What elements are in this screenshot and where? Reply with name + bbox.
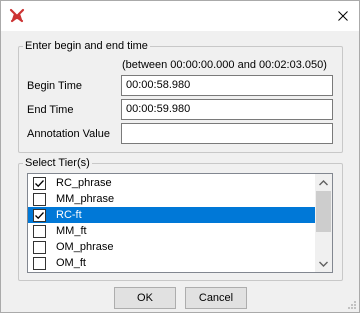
tier-checkbox[interactable] xyxy=(33,176,46,190)
tier-row[interactable]: MM_ft xyxy=(28,223,316,239)
chevron-down-icon xyxy=(319,261,328,267)
tier-row[interactable]: OM_phrase xyxy=(28,239,316,255)
tier-list-scrollbar[interactable] xyxy=(315,174,332,272)
checkmark-icon xyxy=(35,179,44,187)
resize-grip-icon[interactable] xyxy=(347,300,357,310)
ok-button[interactable]: OK xyxy=(114,287,176,309)
tier-checkbox[interactable] xyxy=(33,240,46,254)
dialog-window: Enter begin and end time (between 00:00:… xyxy=(0,0,360,313)
chevron-up-icon xyxy=(319,180,328,186)
annotation-value-field[interactable] xyxy=(121,123,333,144)
time-range-note: (between 00:00:00.000 and 00:02:03.050) xyxy=(122,59,327,71)
tier-label: OM_phrase xyxy=(56,241,114,253)
scroll-down-button[interactable] xyxy=(315,256,332,272)
tier-row[interactable] xyxy=(28,271,316,274)
tier-group-legend: Select Tier(s) xyxy=(23,157,92,169)
tier-checkbox[interactable] xyxy=(33,256,46,270)
tier-label: MM_ft xyxy=(56,225,87,237)
tier-label: RC-ft xyxy=(56,209,82,221)
tier-list[interactable]: RC_phrase MM_phrase RC-ft MM_ft OM_phras… xyxy=(27,173,333,273)
annotation-value-label: Annotation Value xyxy=(27,128,110,140)
begin-time-field[interactable]: 00:00:58.980 xyxy=(121,75,333,96)
tier-row[interactable]: OM_ft xyxy=(28,255,316,271)
end-time-label: End Time xyxy=(27,104,74,116)
close-icon xyxy=(338,11,348,21)
scroll-thumb[interactable] xyxy=(316,191,331,232)
close-button[interactable] xyxy=(331,5,355,27)
tier-row[interactable]: RC_phrase xyxy=(28,175,316,191)
tier-row[interactable]: RC-ft xyxy=(28,207,316,223)
begin-time-label: Begin Time xyxy=(27,80,83,92)
end-time-field[interactable]: 00:00:59.980 xyxy=(121,99,333,120)
time-group-legend: Enter begin and end time xyxy=(23,40,150,52)
tier-checkbox[interactable] xyxy=(33,192,46,206)
title-bar[interactable] xyxy=(1,1,359,31)
scroll-up-button[interactable] xyxy=(315,175,332,191)
tier-checkbox[interactable] xyxy=(33,208,46,222)
checkmark-icon xyxy=(35,211,44,219)
tier-label: OM_ft xyxy=(56,257,86,269)
tier-label: RC_phrase xyxy=(56,177,112,189)
tier-row[interactable]: MM_phrase xyxy=(28,191,316,207)
cancel-button[interactable]: Cancel xyxy=(185,287,247,309)
tier-checkbox[interactable] xyxy=(33,273,46,274)
tier-checkbox[interactable] xyxy=(33,224,46,238)
app-logo-icon xyxy=(9,8,25,24)
tier-label: MM_phrase xyxy=(56,193,115,205)
